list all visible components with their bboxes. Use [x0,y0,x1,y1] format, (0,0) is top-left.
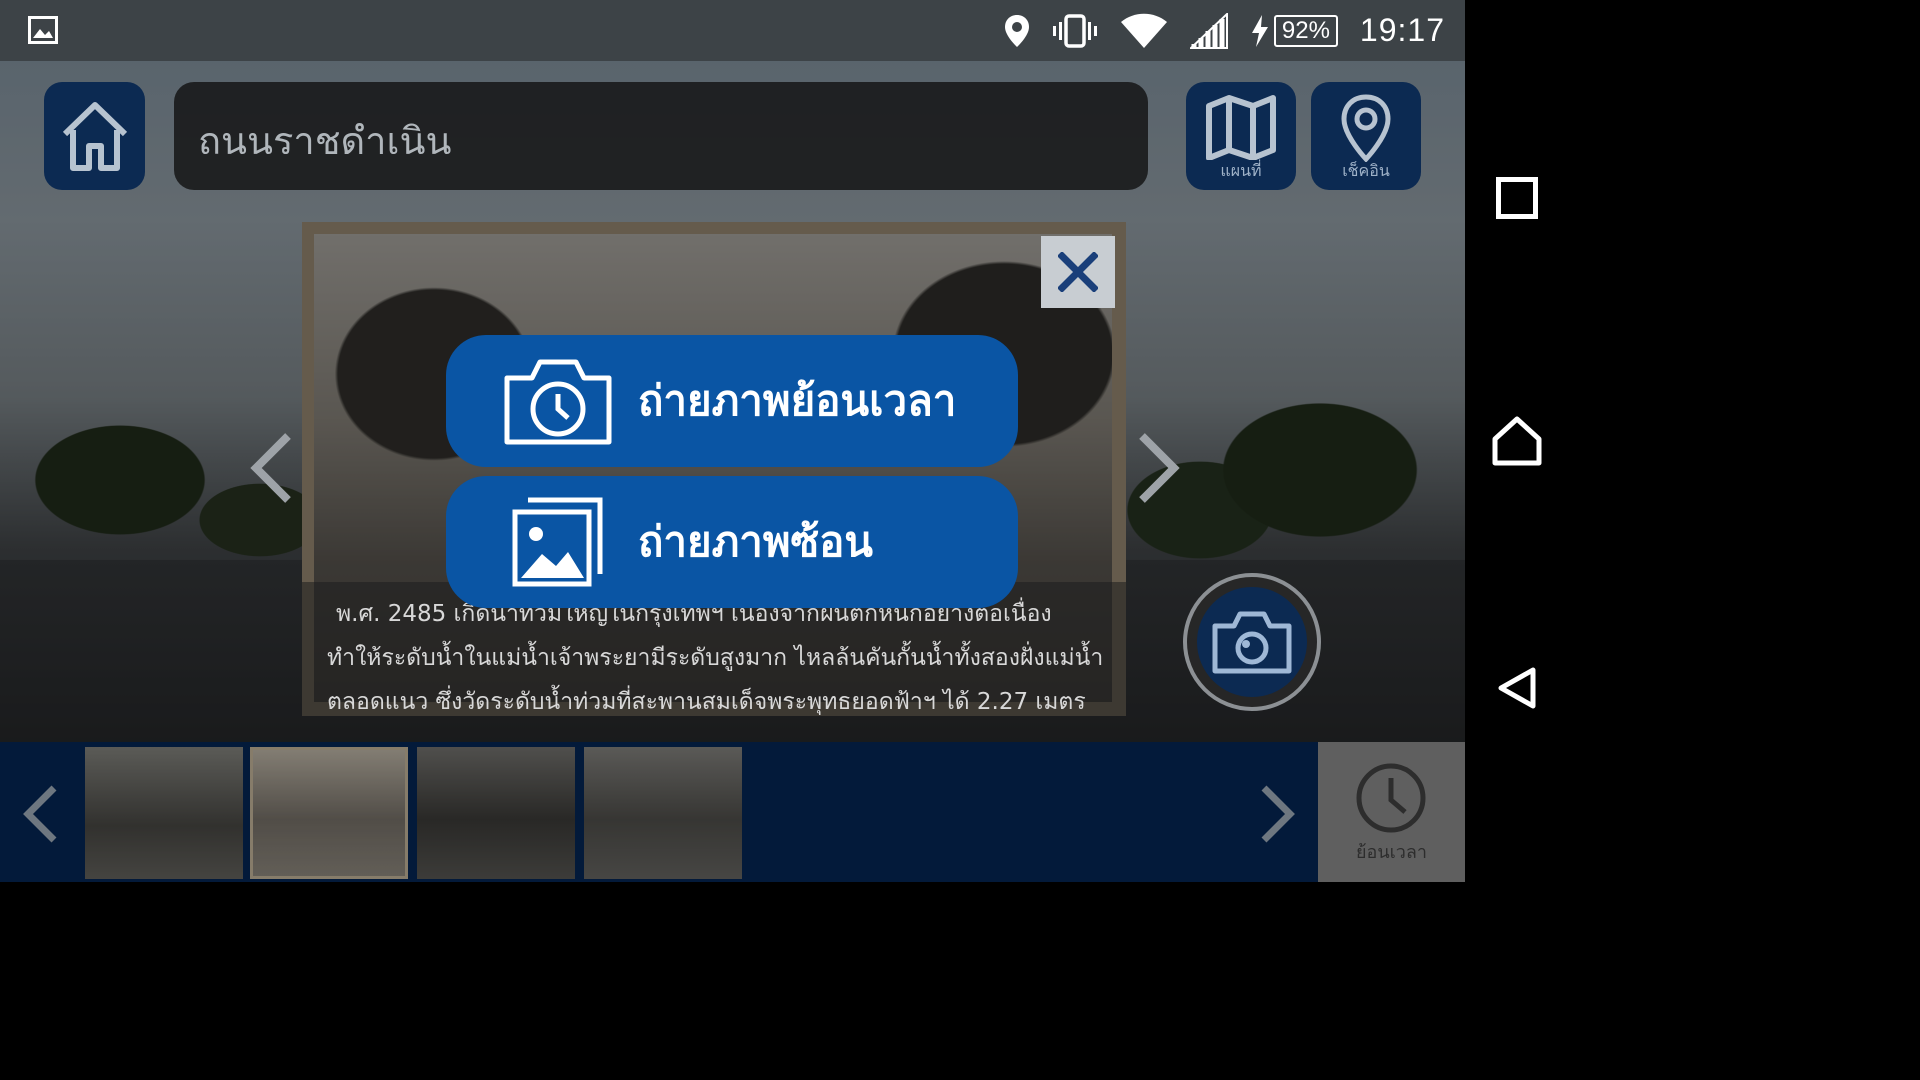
wifi-icon [1120,13,1168,49]
strip-next-button[interactable] [1258,784,1298,848]
close-icon [1058,252,1098,292]
location-search-box[interactable]: ถนนราชดำเนิน [174,82,1148,190]
home-button[interactable] [44,82,145,190]
recents-button[interactable] [1496,177,1538,223]
location-icon [1004,14,1030,48]
time-travel-photo-label: ถ่ายภาพย้อนเวลา [638,376,957,425]
time-travel-mode-label: ย้อนเวลา [1355,842,1428,863]
location-name-text: ถนนราชดำเนิน [198,119,452,163]
android-nav-bar [1465,0,1568,882]
checkin-button[interactable]: เช็คอิน [1311,82,1421,190]
back-nav-button[interactable] [1497,666,1537,714]
thumbnail-2[interactable] [250,747,408,879]
thumbnail-1[interactable] [85,747,243,879]
chevron-right-icon [1139,433,1180,503]
clock-icon [1356,763,1426,833]
historic-photo-card: พ.ศ. 2485 เกิดน้ำท่วมใหญ่ในกรุงเทพฯ เนื่… [302,222,1126,716]
home-icon [62,102,128,171]
charging-icon [1250,14,1270,47]
time-travel-photo-button[interactable]: ถ่ายภาพย้อนเวลา [446,335,1018,467]
time-travel-mode-button[interactable]: ย้อนเวลา [1318,742,1465,882]
home-nav-button[interactable] [1492,416,1542,470]
thumbnail-3[interactable] [417,747,575,879]
caption-line-3: ตลอดแนว ซึ่งวัดระดับน้ำท่วมที่สะพานสมเด็… [327,689,1086,715]
close-button[interactable] [1041,236,1115,308]
thumbnail-4[interactable] [584,747,742,879]
battery-percent: 92% [1273,14,1338,47]
vibrate-icon [1052,13,1098,48]
thumbnail-strip: ย้อนเวลา [0,742,1465,882]
overlay-photo-button[interactable]: ถ่ายภาพซ้อน [446,476,1018,608]
strip-previous-button[interactable] [20,784,60,848]
camera-clock-icon [504,359,612,445]
next-photo-button[interactable] [1136,432,1182,508]
house-icon [1492,416,1542,466]
signal-icon [1189,12,1228,49]
gallery-icon [28,16,58,44]
map-icon [1206,95,1276,160]
battery-indicator: 92% [1250,14,1338,47]
square-icon [1496,177,1538,219]
map-button[interactable]: แผนที่ [1186,82,1296,190]
map-pin-icon [1341,94,1391,162]
triangle-back-icon [1498,667,1536,709]
chevron-right-icon [1261,785,1295,843]
status-bar: 92% 19:17 [0,0,1465,61]
overlay-photo-label: ถ่ายภาพซ้อน [638,517,874,566]
chevron-left-icon [23,785,57,843]
chevron-left-icon [250,433,291,503]
shutter-button[interactable] [1183,573,1321,711]
image-stack-icon [512,497,603,587]
app-screen: 92% 19:17 ถนนราชดำเนิน แผนที่ เช็คอิน พ.… [0,0,1465,882]
clock: 19:17 [1359,12,1445,48]
checkin-button-label: เช็คอิน [1342,161,1390,180]
map-button-label: แผนที่ [1220,161,1262,180]
previous-photo-button[interactable] [248,432,294,508]
caption-line-2: ทำให้ระดับน้ำในแม่น้ำเจ้าพระยามีระดับสูง… [327,645,1102,671]
camera-icon [1212,611,1292,674]
